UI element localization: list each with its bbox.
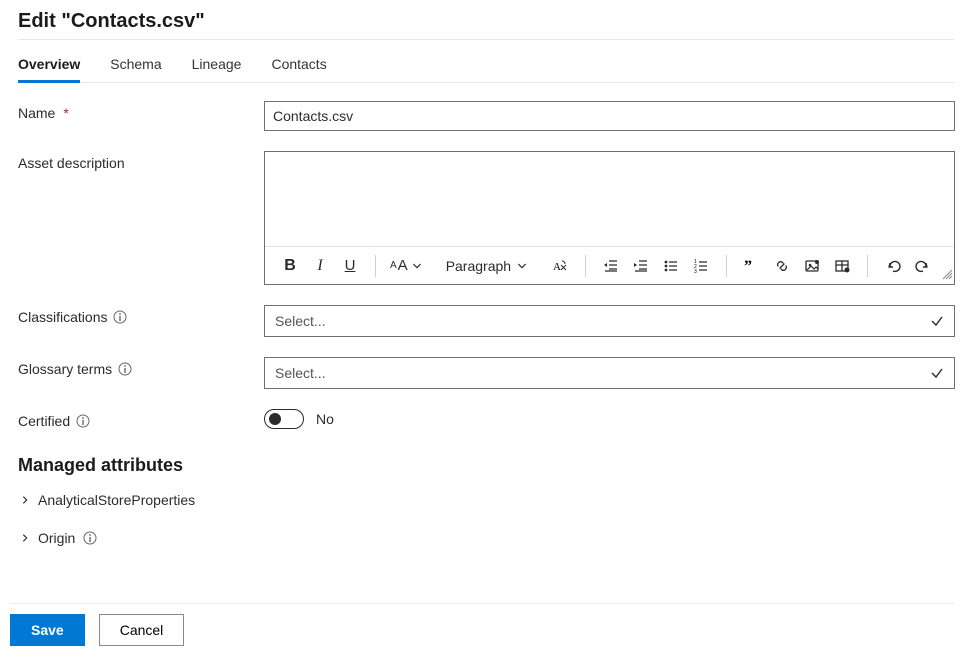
certified-value-label: No: [316, 411, 334, 427]
tab-contacts[interactable]: Contacts: [271, 52, 326, 82]
quote-button[interactable]: ”: [737, 251, 767, 281]
info-icon[interactable]: [76, 414, 90, 428]
footer-divider: [10, 603, 955, 604]
certified-toggle[interactable]: [264, 409, 304, 429]
svg-text:3: 3: [694, 269, 697, 274]
toolbar-separator: [867, 255, 868, 277]
classifications-select[interactable]: Select...: [264, 305, 955, 337]
attribute-label: Origin: [38, 530, 75, 546]
toolbar-separator: [585, 255, 586, 277]
rich-text-toolbar: B I U AA Paragraph: [265, 246, 954, 284]
tab-overview[interactable]: Overview: [18, 52, 80, 82]
attribute-label: AnalyticalStoreProperties: [38, 492, 195, 508]
chevron-down-icon: [412, 261, 422, 271]
bold-button[interactable]: B: [275, 251, 305, 281]
chevron-down-icon: [517, 261, 527, 271]
toolbar-separator: [726, 255, 727, 277]
tabs: Overview Schema Lineage Contacts: [18, 40, 955, 83]
check-icon: [930, 366, 944, 380]
footer: Save Cancel: [10, 614, 184, 646]
resize-handle-icon[interactable]: [941, 267, 953, 283]
info-icon[interactable]: [118, 362, 132, 376]
svg-text:A: A: [553, 261, 561, 273]
asset-description-label-text: Asset description: [18, 155, 125, 171]
italic-button[interactable]: I: [305, 251, 335, 281]
classifications-placeholder: Select...: [275, 313, 326, 329]
certified-label: Certified: [18, 409, 264, 429]
clear-formatting-button[interactable]: A: [545, 251, 575, 281]
indent-button[interactable]: [626, 251, 656, 281]
redo-button[interactable]: [908, 251, 938, 281]
paragraph-style-label: Paragraph: [444, 258, 513, 274]
image-button[interactable]: [797, 251, 827, 281]
name-input[interactable]: [264, 101, 955, 131]
outdent-button[interactable]: [596, 251, 626, 281]
paragraph-style-button[interactable]: Paragraph: [440, 251, 531, 281]
classifications-label-text: Classifications: [18, 309, 107, 325]
page-title: Edit "Contacts.csv": [18, 10, 955, 33]
bullet-list-button[interactable]: [656, 251, 686, 281]
required-marker: *: [63, 105, 68, 121]
check-icon: [930, 314, 944, 328]
asset-description-label: Asset description: [18, 151, 264, 171]
glossary-terms-select[interactable]: Select...: [264, 357, 955, 389]
cancel-button[interactable]: Cancel: [99, 614, 185, 646]
certified-label-text: Certified: [18, 413, 70, 429]
rich-text-editor: B I U AA Paragraph: [264, 151, 955, 285]
glossary-terms-label-text: Glossary terms: [18, 361, 112, 377]
info-icon[interactable]: [113, 310, 127, 324]
name-label-text: Name: [18, 105, 55, 121]
managed-attributes-title: Managed attributes: [18, 455, 955, 476]
classifications-label: Classifications: [18, 305, 264, 325]
attribute-analytical-store-properties[interactable]: AnalyticalStoreProperties: [18, 486, 955, 514]
link-button[interactable]: [767, 251, 797, 281]
rich-text-area[interactable]: [265, 152, 954, 246]
save-button[interactable]: Save: [10, 614, 85, 646]
chevron-right-icon: [20, 495, 30, 505]
name-label: Name *: [18, 101, 264, 121]
glossary-terms-placeholder: Select...: [275, 365, 326, 381]
undo-button[interactable]: [878, 251, 908, 281]
chevron-right-icon: [20, 533, 30, 543]
numbered-list-button[interactable]: 123: [686, 251, 716, 281]
attribute-origin[interactable]: Origin: [18, 524, 955, 552]
glossary-terms-label: Glossary terms: [18, 357, 264, 377]
svg-text:”: ”: [744, 258, 752, 274]
underline-button[interactable]: U: [335, 251, 365, 281]
tab-schema[interactable]: Schema: [110, 52, 161, 82]
toolbar-separator: [375, 255, 376, 277]
info-icon[interactable]: [83, 531, 97, 545]
table-button[interactable]: [827, 251, 857, 281]
font-size-button[interactable]: AA: [386, 251, 426, 281]
tab-lineage[interactable]: Lineage: [192, 52, 242, 82]
